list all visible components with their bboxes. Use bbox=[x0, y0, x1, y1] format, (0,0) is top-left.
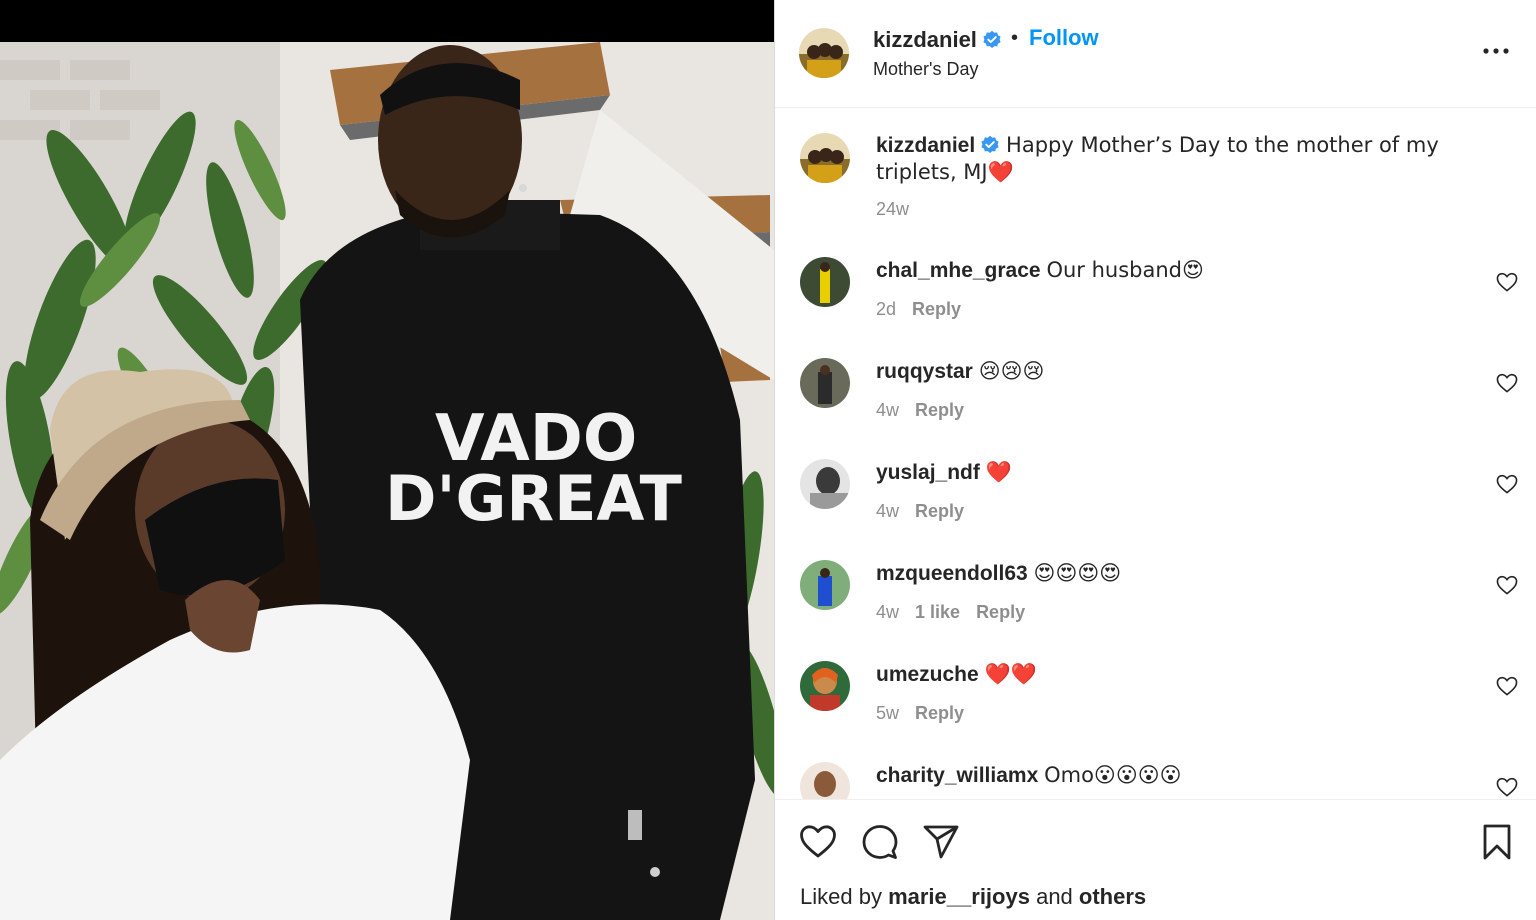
comment-username[interactable]: charity_williamx bbox=[876, 764, 1038, 787]
comment-text: Omo😮😮😮😮 bbox=[1044, 763, 1182, 787]
comment-like-count[interactable]: 1 like bbox=[915, 602, 960, 622]
comment-text-block: umezuche ❤️❤️ bbox=[876, 661, 1467, 688]
comment-text-block: chal_mhe_grace Our husband😍 bbox=[876, 257, 1467, 284]
post-header: kizzdaniel • Follow Mother's Day bbox=[775, 0, 1536, 108]
commenter-avatar[interactable] bbox=[800, 358, 850, 408]
heart-outline-icon[interactable] bbox=[1496, 272, 1518, 292]
comment-text: ❤️❤️ bbox=[984, 662, 1037, 686]
liked-by-prefix: Liked by bbox=[800, 884, 882, 909]
reply-button[interactable]: Reply bbox=[915, 501, 964, 521]
liked-by-others[interactable]: others bbox=[1079, 884, 1146, 909]
post-image: VADO D'GREAT bbox=[0, 0, 774, 920]
commenter-avatar[interactable] bbox=[800, 257, 850, 307]
author-avatar-image bbox=[799, 28, 849, 78]
post-actions: Liked by marie__rijoys and others bbox=[775, 799, 1536, 920]
comment-text: Our husband😍 bbox=[1046, 258, 1204, 282]
commenter-avatar-image bbox=[800, 358, 850, 408]
comment-text-block: charity_williamx Omo😮😮😮😮 bbox=[876, 762, 1467, 789]
comment-username[interactable]: umezuche bbox=[876, 663, 979, 686]
caption-avatar-image bbox=[800, 133, 850, 183]
like-button[interactable] bbox=[798, 822, 838, 862]
comments-list[interactable]: kizzdaniel Happy Mother’s Day to the mot… bbox=[775, 108, 1536, 799]
comment-meta: 2d Reply bbox=[876, 299, 977, 320]
comment-age[interactable]: 4w bbox=[876, 602, 899, 622]
heart-outline-icon[interactable] bbox=[1496, 373, 1518, 393]
comment-meta: 4w 1 like Reply bbox=[876, 602, 1041, 623]
paper-plane-icon bbox=[923, 825, 959, 859]
commenter-avatar-image bbox=[800, 560, 850, 610]
share-button[interactable] bbox=[921, 822, 961, 862]
verified-badge-icon bbox=[981, 135, 999, 153]
heart-outline-icon[interactable] bbox=[1496, 777, 1518, 797]
heart-outline-icon[interactable] bbox=[1496, 676, 1518, 696]
comment-meta: 4w Reply bbox=[876, 501, 980, 522]
comment-text: ❤️ bbox=[985, 460, 1012, 484]
heart-icon bbox=[800, 825, 836, 858]
liked-by-user[interactable]: marie__rijoys bbox=[888, 884, 1030, 909]
commenter-avatar-image bbox=[800, 762, 850, 799]
comment-age[interactable]: 2d bbox=[876, 299, 896, 319]
post-side-panel: kizzdaniel • Follow Mother's Day kizzdan… bbox=[774, 0, 1536, 920]
heart-outline-icon[interactable] bbox=[1496, 474, 1518, 494]
author-username-text[interactable]: kizzdaniel bbox=[873, 27, 977, 52]
comment-username[interactable]: ruqqystar bbox=[876, 360, 973, 383]
comment-text: 😢😢😢 bbox=[978, 359, 1045, 383]
author-username[interactable]: kizzdaniel bbox=[873, 27, 1002, 53]
comment-meta: 5w Reply bbox=[876, 703, 980, 724]
comment-meta: 4w Reply bbox=[876, 400, 980, 421]
comment-age[interactable]: 4w bbox=[876, 400, 899, 420]
commenter-avatar[interactable] bbox=[800, 762, 850, 799]
commenter-avatar-image bbox=[800, 257, 850, 307]
save-button[interactable] bbox=[1477, 822, 1517, 862]
post-photo: VADO D'GREAT bbox=[0, 0, 774, 920]
hoodie-graphic-line2: D'GREAT bbox=[385, 462, 682, 535]
caption-meta: 24w bbox=[876, 199, 925, 220]
heart-outline-icon[interactable] bbox=[1496, 575, 1518, 595]
commenter-avatar-image bbox=[800, 459, 850, 509]
caption-username[interactable]: kizzdaniel bbox=[876, 134, 975, 157]
reply-button[interactable]: Reply bbox=[915, 703, 964, 723]
comment-button[interactable] bbox=[860, 822, 900, 862]
comment-username[interactable]: yuslaj_ndf bbox=[876, 461, 980, 484]
caption-avatar[interactable] bbox=[800, 133, 850, 183]
comment-text-block: ruqqystar 😢😢😢 bbox=[876, 358, 1467, 385]
liked-by-line: Liked by marie__rijoys and others bbox=[800, 884, 1146, 910]
follow-button[interactable]: Follow bbox=[1029, 25, 1099, 51]
caption-age[interactable]: 24w bbox=[876, 199, 909, 219]
post-location[interactable]: Mother's Day bbox=[873, 59, 978, 80]
reply-button[interactable]: Reply bbox=[976, 602, 1025, 622]
comment-age[interactable]: 4w bbox=[876, 501, 899, 521]
more-options-icon[interactable] bbox=[1481, 40, 1511, 62]
verified-badge-icon bbox=[983, 30, 1001, 48]
caption-text-block: kizzdaniel Happy Mother’s Day to the mot… bbox=[876, 132, 1467, 186]
comment-username[interactable]: mzqueendoll63 bbox=[876, 562, 1028, 585]
liked-by-and: and bbox=[1036, 884, 1073, 909]
comment-username[interactable]: chal_mhe_grace bbox=[876, 259, 1041, 282]
reply-button[interactable]: Reply bbox=[912, 299, 961, 319]
header-separator: • bbox=[1011, 27, 1019, 49]
commenter-avatar-image bbox=[800, 661, 850, 711]
author-avatar[interactable] bbox=[799, 28, 849, 78]
bookmark-icon bbox=[1483, 824, 1511, 860]
reply-button[interactable]: Reply bbox=[915, 400, 964, 420]
commenter-avatar[interactable] bbox=[800, 661, 850, 711]
comment-text-block: mzqueendoll63 😍😍😍😍 bbox=[876, 560, 1467, 587]
comment-bubble-icon bbox=[862, 825, 898, 859]
comment-age[interactable]: 5w bbox=[876, 703, 899, 723]
commenter-avatar[interactable] bbox=[800, 560, 850, 610]
comment-text-block: yuslaj_ndf ❤️ bbox=[876, 459, 1467, 486]
commenter-avatar[interactable] bbox=[800, 459, 850, 509]
comment-text: 😍😍😍😍 bbox=[1033, 561, 1122, 585]
